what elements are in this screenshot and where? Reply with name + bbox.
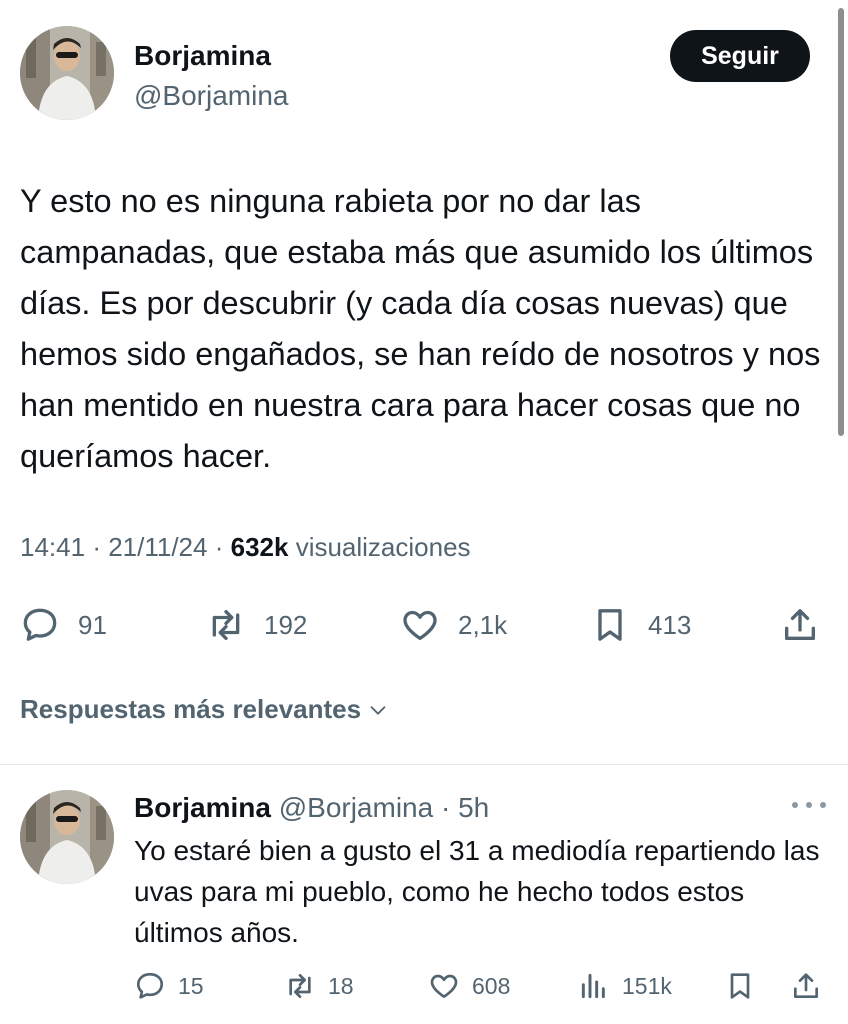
views-label: visualizaciones — [295, 532, 471, 562]
follow-button[interactable]: Seguir — [670, 30, 810, 82]
reply-like-count: 608 — [472, 972, 511, 999]
reply-author-name[interactable]: Borjamina — [134, 792, 271, 823]
reply-like-button[interactable]: 608 — [428, 966, 510, 1006]
divider — [0, 764, 848, 765]
meta-separator: · — [92, 532, 109, 562]
bookmark-count: 413 — [648, 609, 692, 640]
tweet-meta: 14:41 · 21/11/24 · 632k visualizaciones — [20, 532, 471, 563]
reply-count: 91 — [78, 609, 107, 640]
reply-reply-button[interactable]: 15 — [134, 966, 204, 1006]
tweet-text: Y esto no es ninguna rabieta por no dar … — [20, 183, 821, 474]
share-button[interactable] — [780, 600, 820, 650]
more-dots-icon[interactable] — [792, 790, 826, 820]
bar-chart-icon — [581, 973, 605, 999]
reply-views-count: 151k — [622, 972, 672, 999]
chevron-down-icon — [370, 705, 386, 715]
tweet-time[interactable]: 14:41 — [20, 532, 85, 562]
reply-retweet-button[interactable]: 18 — [284, 966, 354, 1006]
share-upload-icon — [794, 973, 818, 998]
reply-age[interactable]: 5h — [458, 792, 489, 823]
views-count: 632k — [230, 532, 289, 562]
tweet-header: Borjamina @Borjamina Seguir — [20, 26, 810, 122]
speech-bubble-icon — [23, 608, 57, 641]
heart-outline-icon — [403, 610, 437, 640]
reply-header: Borjamina @Borjamina · 5h — [134, 792, 489, 824]
reply-button[interactable]: 91 — [20, 600, 107, 650]
meta-separator: · — [433, 792, 459, 823]
reply-avatar[interactable] — [20, 790, 114, 884]
reply-reply-count: 15 — [178, 972, 204, 999]
reply-item[interactable]: Borjamina @Borjamina · 5h Yo estaré bien… — [20, 790, 828, 1020]
avatar-image — [20, 790, 114, 884]
reply-text: Yo estaré bien a gusto el 31 a mediodía … — [134, 835, 820, 948]
retweet-arrows-icon — [289, 974, 311, 998]
heart-outline-icon — [430, 974, 458, 998]
avatar[interactable] — [20, 26, 114, 120]
reply-share-button[interactable] — [790, 966, 822, 1006]
scrollbar[interactable] — [838, 8, 844, 436]
reply-views-button[interactable]: 151k — [578, 966, 672, 1006]
retweet-button[interactable]: 192 — [206, 600, 307, 650]
tweet-date[interactable]: 21/11/24 — [108, 532, 207, 562]
avatar-image — [20, 26, 114, 120]
replies-sort-dropdown[interactable]: Respuestas más relevantes — [20, 694, 389, 725]
bookmark-button[interactable]: 413 — [590, 600, 691, 650]
reply-actions: 15 18 608 151k — [134, 966, 828, 1006]
speech-bubble-icon — [136, 972, 164, 999]
tweet-actions: 91 192 2,1k 413 — [20, 600, 828, 650]
author-handle[interactable]: @Borjamina — [134, 80, 288, 112]
meta-separator: · — [214, 532, 231, 562]
share-upload-icon — [785, 609, 815, 640]
retweet-count: 192 — [264, 609, 308, 640]
reply-bookmark-button[interactable] — [724, 966, 756, 1006]
bookmark-icon — [730, 973, 750, 999]
like-count: 2,1k — [458, 609, 508, 640]
reply-retweet-count: 18 — [328, 972, 354, 999]
like-button[interactable]: 2,1k — [400, 600, 507, 650]
retweet-arrows-icon — [212, 610, 240, 640]
replies-sort-label: Respuestas más relevantes — [20, 694, 362, 724]
author-name[interactable]: Borjamina — [134, 40, 271, 72]
bookmark-icon — [598, 609, 622, 641]
reply-author-handle[interactable]: @Borjamina — [279, 792, 433, 823]
